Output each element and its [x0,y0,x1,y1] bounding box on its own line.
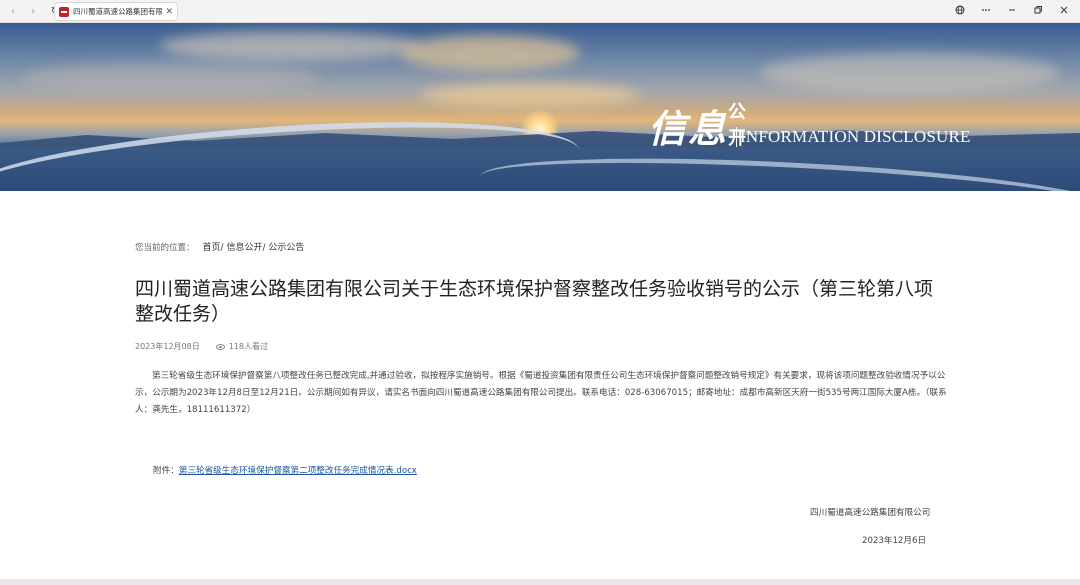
attachment: 附件：第三轮省级生态环境保护督察第二项整改任务完成情况表.docx [153,464,945,476]
article-body: 第三轮省级生态环境保护督察第八项整改任务已整改完成,并通过验收，拟按程序实施销号… [135,371,947,415]
article-meta: 2023年12月08日 118人看过 [135,341,945,352]
browser-tab[interactable]: 四川蜀道高速公路集团有限公司 ✕ [54,2,178,21]
attachment-link[interactable]: 第三轮省级生态环境保护督察第二项整改任务完成情况表.docx [179,466,417,476]
breadcrumb-prefix: 您当前的位置： [135,242,195,253]
cloud-shape [760,53,1060,93]
cloud-shape [420,83,640,107]
banner-title: 信息 公开 INFORMATION DISCLOSURE [648,98,970,153]
attachment-label: 附件： [153,466,179,476]
minimize-icon[interactable] [1006,5,1018,18]
banner-title-en: INFORMATION DISCLOSURE [736,127,971,147]
site-favicon-icon [59,6,69,17]
breadcrumb-item-home[interactable]: 首页/ [203,243,224,253]
forward-button[interactable]: › [26,4,40,18]
eye-icon [215,343,225,350]
breadcrumb-item-notice[interactable]: 公示公告 [268,243,304,253]
cloud-shape [400,35,580,71]
breadcrumb-links: 首页/ 信息公开/ 公示公告 [203,240,305,253]
breadcrumb: 您当前的位置： 首页/ 信息公开/ 公示公告 [135,240,945,254]
banner-title-cn: 信息 [648,106,729,151]
article-container: 您当前的位置： 首页/ 信息公开/ 公示公告 四川蜀道高速公路集团有限公司关于生… [135,240,947,477]
restore-icon[interactable] [1032,5,1044,18]
tab-title: 四川蜀道高速公路集团有限公司 [73,7,163,16]
view-count-label: 118人看过 [228,342,268,351]
signature-date: 2023年12月6日 [862,536,927,546]
breadcrumb-item-info[interactable]: 信息公开/ [226,243,265,253]
bottom-bar [0,579,1080,585]
cloud-shape [160,31,420,61]
publish-date: 2023年12月08日 [135,342,200,351]
globe-icon[interactable] [954,5,966,18]
signature-org: 四川蜀道高速公路集团有限公司 [810,508,931,518]
close-icon[interactable] [1058,5,1070,18]
view-count: 118人看过 [215,341,268,352]
browser-toolbar: ‹ › ↻ 四川蜀道高速公路集团有限公司 ✕ [0,0,1080,23]
more-icon[interactable] [980,5,992,18]
back-button[interactable]: ‹ [6,4,20,18]
article-title: 四川蜀道高速公路集团有限公司关于生态环境保护督察整改任务验收销号的公示（第三轮第… [135,278,934,325]
cloud-shape [20,63,320,93]
tab-close-icon[interactable]: ✕ [165,7,173,17]
header-banner: 信息 公开 INFORMATION DISCLOSURE [0,23,1080,191]
